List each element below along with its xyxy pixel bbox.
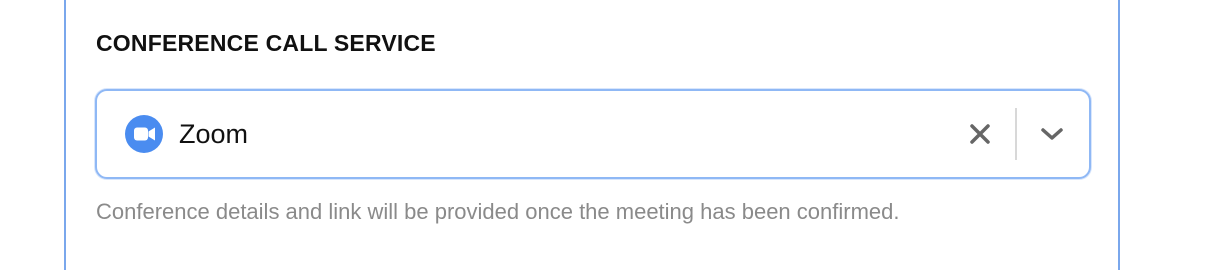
clear-selection-button[interactable] bbox=[963, 117, 997, 151]
close-icon[interactable] bbox=[963, 117, 997, 151]
selected-service-value: Zoom bbox=[179, 119, 249, 149]
zoom-camera-icon bbox=[125, 115, 163, 153]
help-text: Conference details and link will be prov… bbox=[96, 199, 900, 224]
conference-service-select[interactable]: Zoom bbox=[95, 89, 1091, 179]
chevron-down-icon[interactable] bbox=[1035, 117, 1069, 151]
section-title: CONFERENCE CALL SERVICE bbox=[96, 30, 436, 56]
select-divider bbox=[1015, 108, 1017, 160]
dropdown-toggle-button[interactable] bbox=[1035, 117, 1069, 151]
